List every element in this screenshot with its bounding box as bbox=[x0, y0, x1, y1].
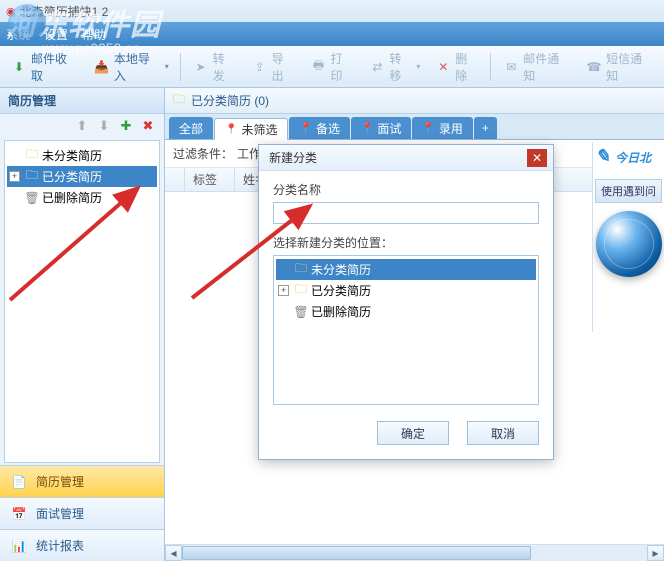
tree-item-deleted[interactable]: 🗑 已删除简历 bbox=[7, 187, 157, 208]
import-icon: 📥 bbox=[93, 58, 111, 76]
resume-icon: 📄 bbox=[10, 473, 28, 491]
forward-icon: ➤ bbox=[192, 58, 210, 76]
sms-notify-button[interactable]: ☎ 短信通知 bbox=[579, 46, 660, 88]
scroll-track[interactable] bbox=[182, 545, 647, 561]
th-expand[interactable] bbox=[165, 168, 185, 191]
scroll-right-icon[interactable]: ▸ bbox=[647, 545, 664, 561]
add-folder-icon[interactable]: ✚ bbox=[118, 118, 134, 134]
export-button[interactable]: ⇪ 导出 bbox=[245, 46, 302, 88]
folder-icon: 🗀 bbox=[25, 170, 39, 184]
mail-receive-button[interactable]: ⬇ 邮件收取 bbox=[4, 46, 85, 88]
pin-icon: ◉ bbox=[6, 5, 16, 18]
print-button[interactable]: 🖶 打印 bbox=[304, 46, 361, 88]
down-icon[interactable]: ⬇ bbox=[96, 118, 112, 134]
expand-icon[interactable]: + bbox=[278, 285, 289, 296]
tree-item-unclassified[interactable]: 🗀 未分类简历 bbox=[7, 145, 157, 166]
folder-icon: 🗀 bbox=[294, 284, 308, 298]
dropdown-icon: ▾ bbox=[165, 62, 169, 71]
download-icon: ⬇ bbox=[10, 58, 28, 76]
expand-icon[interactable]: + bbox=[9, 171, 20, 182]
sidebar-title: 简历管理 bbox=[0, 88, 164, 114]
print-icon: 🖶 bbox=[310, 58, 328, 76]
th-tag[interactable]: 标签 bbox=[185, 168, 235, 191]
chart-icon: 📊 bbox=[10, 537, 28, 555]
category-name-input[interactable] bbox=[273, 202, 539, 224]
new-category-dialog: 新建分类 ✕ 分类名称 选择新建分类的位置： 🗀 未分类简历 + 🗀 已分类简历… bbox=[258, 144, 554, 460]
dialog-title: 新建分类 bbox=[269, 149, 317, 166]
pin-icon: 📍 bbox=[225, 124, 237, 135]
delete-button[interactable]: ✕ 删除 bbox=[428, 46, 485, 88]
pin-icon: 📍 bbox=[361, 123, 373, 134]
dlg-tree-classified[interactable]: + 🗀 已分类简历 bbox=[276, 280, 536, 301]
sidebar-tree: 🗀 未分类简历 + 🗀 已分类简历 🗑 已删除简历 bbox=[4, 140, 160, 463]
tab-unfiltered[interactable]: 📍 未筛选 bbox=[214, 118, 288, 140]
right-panel-title: ✎ 今日北 bbox=[593, 142, 664, 171]
close-button[interactable]: ✕ bbox=[527, 149, 547, 167]
window-title: 北森简历捕快1.2 bbox=[20, 3, 109, 20]
name-label: 分类名称 bbox=[273, 181, 539, 198]
calendar-icon: 📅 bbox=[10, 505, 28, 523]
horizontal-scrollbar[interactable]: ◂ ▸ bbox=[165, 544, 664, 561]
globe-icon bbox=[596, 211, 662, 277]
menubar: 系统 设置 帮助 bbox=[0, 22, 664, 46]
refresh-icon[interactable]: ✖ bbox=[140, 118, 156, 134]
up-icon[interactable]: ⬆ bbox=[74, 118, 90, 134]
right-panel: ✎ 今日北 使用遇到问 bbox=[592, 142, 664, 332]
filter-label: 过滤条件： bbox=[173, 145, 233, 162]
dialog-tree: 🗀 未分类简历 + 🗀 已分类简历 🗑 已删除简历 bbox=[273, 255, 539, 405]
transfer-button[interactable]: ⇄ 转移 ▾ bbox=[362, 46, 426, 88]
cancel-button[interactable]: 取消 bbox=[467, 421, 539, 445]
tab-interview[interactable]: 📍 面试 bbox=[351, 117, 411, 139]
folder-icon: 🗀 bbox=[173, 90, 185, 111]
pin-icon: 📍 bbox=[299, 123, 311, 134]
content-header: 🗀 已分类简历 (0) bbox=[165, 88, 664, 114]
menu-help[interactable]: 帮助 bbox=[82, 26, 106, 43]
folder-icon: 🗀 bbox=[25, 149, 39, 163]
pin-icon: 📍 bbox=[422, 123, 434, 134]
menu-system[interactable]: 系统 bbox=[6, 26, 30, 43]
titlebar: ◉ 北森简历捕快1.2 bbox=[0, 0, 664, 22]
export-icon: ⇪ bbox=[251, 58, 269, 76]
position-label: 选择新建分类的位置： bbox=[273, 234, 539, 251]
close-icon: ✕ bbox=[532, 151, 542, 165]
sms-icon: ☎ bbox=[585, 58, 603, 76]
sidebar-tools: ⬆ ⬇ ✚ ✖ bbox=[0, 114, 164, 138]
trash-icon: 🗑 bbox=[25, 191, 39, 205]
tab-all[interactable]: 全部 bbox=[169, 117, 213, 139]
sidebar-nav: 📄 简历管理 📅 面试管理 📊 统计报表 bbox=[0, 465, 164, 561]
dialog-titlebar: 新建分类 ✕ bbox=[259, 145, 553, 171]
scroll-left-icon[interactable]: ◂ bbox=[165, 545, 182, 561]
folder-icon: 🗀 bbox=[294, 263, 308, 277]
delete-icon: ✕ bbox=[434, 58, 452, 76]
tabs: 全部 📍 未筛选 📍 备选 📍 面试 📍 录用 + bbox=[165, 114, 664, 140]
content-title: 已分类简历 (0) bbox=[191, 92, 269, 109]
ok-button[interactable]: 确定 bbox=[377, 421, 449, 445]
nav-interview-mgmt[interactable]: 📅 面试管理 bbox=[0, 497, 164, 529]
tab-hired[interactable]: 📍 录用 bbox=[412, 117, 472, 139]
help-button[interactable]: 使用遇到问 bbox=[595, 179, 662, 203]
dlg-tree-deleted[interactable]: 🗑 已删除简历 bbox=[276, 301, 536, 322]
tab-add[interactable]: + bbox=[474, 117, 497, 139]
tab-candidate[interactable]: 📍 备选 bbox=[289, 117, 349, 139]
separator bbox=[180, 53, 181, 81]
scroll-thumb[interactable] bbox=[182, 546, 531, 560]
trash-icon: 🗑 bbox=[294, 305, 308, 319]
menu-settings[interactable]: 设置 bbox=[44, 26, 68, 43]
mail-notify-button[interactable]: ✉ 邮件通知 bbox=[496, 46, 577, 88]
dropdown-icon: ▾ bbox=[416, 62, 420, 71]
transfer-icon: ⇄ bbox=[368, 58, 386, 76]
sidebar: 简历管理 ⬆ ⬇ ✚ ✖ 🗀 未分类简历 + 🗀 已分类简历 🗑 已删除简历 bbox=[0, 88, 165, 561]
tree-item-classified[interactable]: + 🗀 已分类简历 bbox=[7, 166, 157, 187]
separator bbox=[490, 53, 491, 81]
nav-resume-mgmt[interactable]: 📄 简历管理 bbox=[0, 465, 164, 497]
mail-icon: ✉ bbox=[502, 58, 520, 76]
nav-reports[interactable]: 📊 统计报表 bbox=[0, 529, 164, 561]
toolbar: ⬇ 邮件收取 📥 本地导入 ▾ ➤ 转发 ⇪ 导出 🖶 打印 ⇄ 转移 ▾ ✕ … bbox=[0, 46, 664, 88]
local-import-button[interactable]: 📥 本地导入 ▾ bbox=[87, 46, 175, 88]
forward-button[interactable]: ➤ 转发 bbox=[186, 46, 243, 88]
dlg-tree-unclassified[interactable]: 🗀 未分类简历 bbox=[276, 259, 536, 280]
